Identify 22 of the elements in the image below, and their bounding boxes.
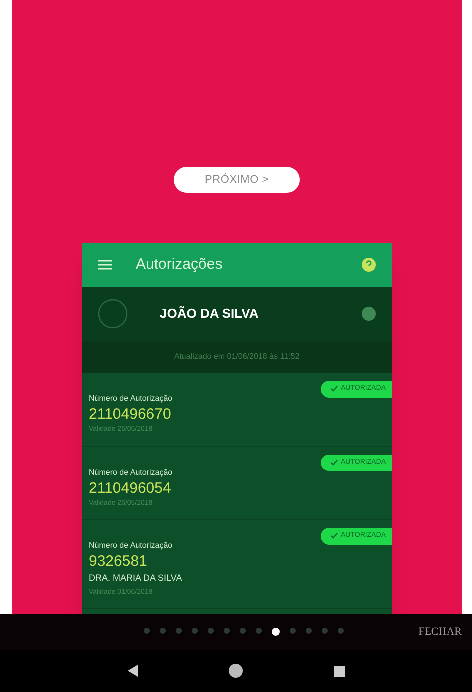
recents-icon[interactable] [334,666,344,676]
check-icon [331,386,338,392]
check-icon [331,533,338,540]
menu-icon[interactable] [98,260,112,270]
user-name: JOÃO DA SILVA [160,305,260,324]
authorization-number: 2110496054 [89,480,172,496]
authorization-number: 2110496670 [89,407,172,423]
authorization-label: Número de Autorização [89,393,174,405]
close-button[interactable]: FECHAR [398,624,472,640]
help-icon[interactable] [362,258,376,272]
header-title: Autorizações [136,254,224,275]
updated-text: Atualizado em 01/06/2018 às 11:52 [82,341,392,373]
authorization-label: Número de Autorização [89,466,174,478]
avatar-icon [98,299,128,329]
authorization-number: 9326581 [89,554,148,570]
next-button[interactable]: PRÓXIMO > [174,167,300,193]
authorization-label: Número de Autorização [89,540,174,552]
settings-icon[interactable] [362,307,376,321]
check-icon [331,460,338,466]
home-icon[interactable] [228,663,244,679]
patient-name: DRA. MARIA DA SILVA [89,572,184,585]
back-icon[interactable] [128,665,138,677]
